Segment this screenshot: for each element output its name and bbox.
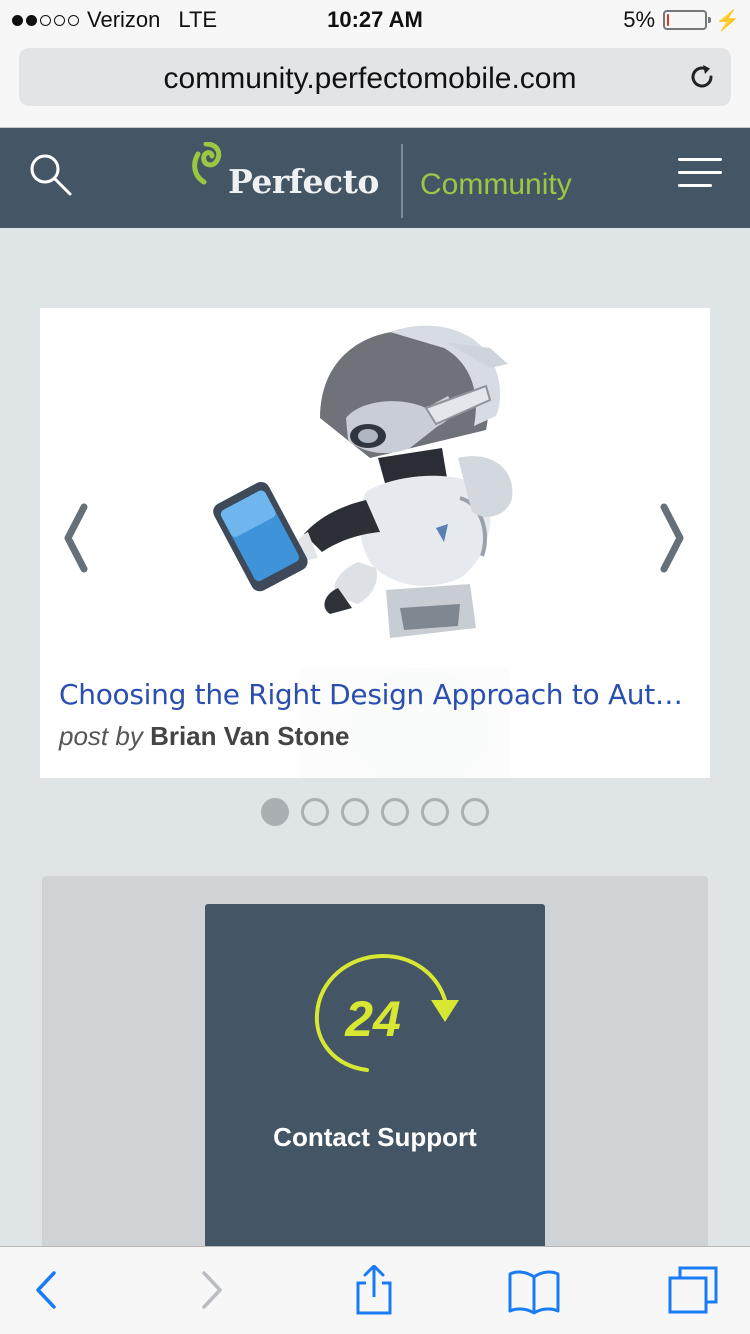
reload-icon[interactable] — [687, 62, 717, 92]
logo-divider — [401, 144, 403, 218]
logo-brand-text: Perfecto — [228, 162, 379, 201]
leaf-logo-icon — [192, 142, 222, 185]
post-author[interactable]: Brian Van Stone — [150, 721, 349, 751]
post-by-label: post by — [59, 721, 143, 751]
search-icon[interactable] — [28, 152, 74, 198]
browser-toolbar — [0, 1246, 750, 1334]
carousel-prev-icon[interactable] — [60, 503, 90, 573]
carousel-dot-4[interactable] — [381, 798, 409, 826]
carousel-dot-6[interactable] — [461, 798, 489, 826]
site-header: Perfecto Community — [0, 128, 750, 228]
24-hour-support-icon: 24 — [314, 953, 459, 1072]
carousel-dot-3[interactable] — [341, 798, 369, 826]
carousel-dot-1[interactable] — [261, 798, 289, 826]
carousel-dot-2[interactable] — [301, 798, 329, 826]
logo-section-text: Community — [420, 168, 572, 201]
share-icon[interactable] — [346, 1265, 402, 1315]
url-text[interactable]: community.perfectomobile.com — [19, 62, 671, 96]
support-badge-number: 24 — [344, 991, 401, 1047]
address-bar[interactable]: community.perfectomobile.com — [19, 48, 731, 106]
post-byline: post by Brian Van Stone — [59, 721, 691, 752]
carousel-dot-5[interactable] — [421, 798, 449, 826]
forward-icon[interactable] — [182, 1265, 238, 1315]
status-bar: Verizon LTE 10:27 AM 5% ⚡ — [0, 0, 750, 40]
post-title-link[interactable]: Choosing the Right Design Approach to Au… — [59, 678, 691, 711]
carousel-next-icon[interactable] — [658, 503, 688, 573]
back-icon[interactable] — [24, 1265, 80, 1315]
hamburger-menu-icon[interactable] — [678, 156, 722, 190]
charging-icon: ⚡ — [715, 9, 740, 32]
battery-icon — [663, 10, 712, 30]
support-panel: 24 Contact Support — [42, 876, 708, 1284]
contact-support-label[interactable]: Contact Support — [205, 1122, 545, 1153]
contact-support-card[interactable]: 24 Contact Support — [205, 904, 545, 1284]
featured-carousel[interactable]: Choosing the Right Design Approach to Au… — [40, 308, 710, 778]
browser-address-area: community.perfectomobile.com — [0, 40, 750, 128]
battery-percent: 5% — [623, 7, 656, 32]
bookmarks-icon[interactable] — [506, 1265, 562, 1315]
carousel-pagination — [0, 798, 750, 826]
tabs-icon[interactable] — [664, 1265, 720, 1315]
perfecto-logo[interactable]: Perfecto Community — [188, 140, 572, 220]
carousel-caption[interactable]: Choosing the Right Design Approach to Au… — [40, 658, 710, 778]
